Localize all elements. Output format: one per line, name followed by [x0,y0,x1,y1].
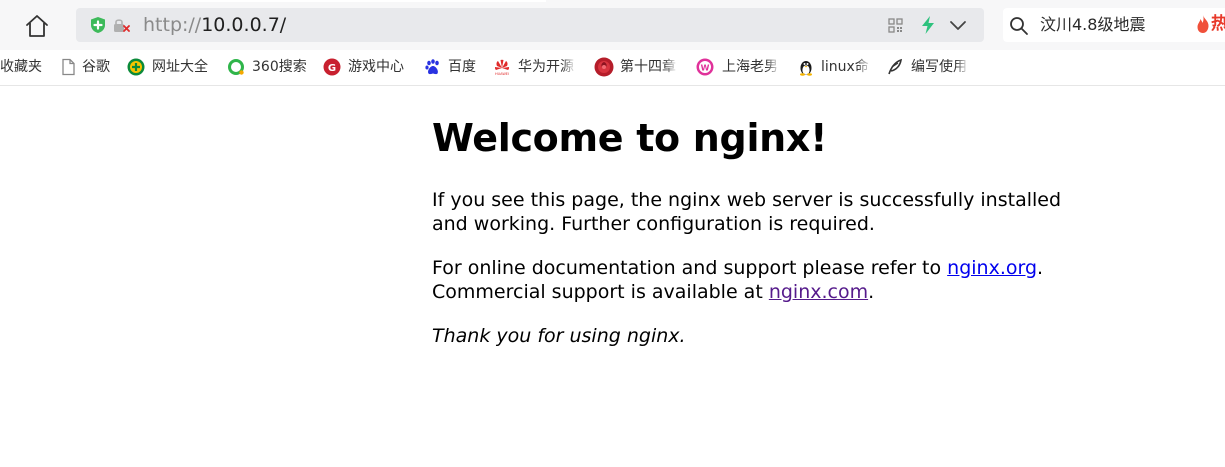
bookmark-hao360[interactable]: 网址大全 [127,50,217,85]
page-icon [59,58,77,76]
game-center-icon: G [323,58,341,76]
bookmark-label: 游戏中心 [348,59,404,75]
home-icon [26,15,48,37]
bookmark-label: 谷歌 [82,59,110,75]
bookmark-shanghai[interactable]: W 上海老男 [696,50,782,85]
bookmark-label: linux命 [821,58,871,76]
insecure-lock-icon[interactable] [113,17,131,34]
bookmark-label: 上海老男 [722,58,780,76]
bookmark-google[interactable]: 谷歌 [59,50,119,85]
bookmark-label: 百度 [448,59,476,75]
thanks-paragraph: Thank you for using nginx. [432,325,686,347]
page-content: Welcome to nginx! If you see this page, … [432,108,1072,348]
bookmark-chapter-14[interactable]: 第十四章 [594,50,681,85]
commercial-period: . [868,281,875,303]
chevron-down-icon [950,21,966,30]
baidu-paw-icon [424,58,442,76]
tux-icon [797,58,815,76]
hao360-icon [127,58,145,76]
rose-icon [594,57,614,77]
commercial-text: Commercial support is available at [432,281,769,303]
so360-icon [227,58,245,76]
search-icon[interactable] [1009,16,1029,36]
bookmark-game-center[interactable]: G 游戏中心 [323,50,413,85]
tab-strip-edge [120,0,546,2]
intro-paragraph: If you see this page, the nginx web serv… [432,189,1062,235]
nginx-com-link[interactable]: nginx.com [769,281,868,303]
quill-icon [886,58,904,76]
home-button[interactable] [22,12,52,40]
url-field[interactable]: http://10.0.0.7/ [143,14,286,36]
bookmark-favorites[interactable]: 收藏夹 [0,50,48,85]
bookmarks-bar: 收藏夹 谷歌 网址大全 360搜索 G 游戏中心 百度 HUAWEI 华为开源 … [0,50,1225,86]
bookmark-linux[interactable]: linux命 [797,50,871,85]
search-input[interactable]: 汶川4.8级地震 [1040,16,1145,34]
bookmark-label: 华为开源 [518,58,576,76]
nginx-org-link[interactable]: nginx.org [947,257,1037,279]
docs-paragraph: For online documentation and support ple… [432,256,1072,304]
huawei-icon: HUAWEI [493,58,511,76]
bookmark-so360[interactable]: 360搜索 [227,50,313,85]
browser-toolbar: http://10.0.0.7/ 汶川4.8级地震 热 [0,0,1225,50]
bookmark-writing[interactable]: 编写使用 [886,50,972,85]
address-dropdown-button[interactable] [948,18,968,32]
security-shield-icon[interactable] [89,16,107,34]
bookmark-label: 360搜索 [252,59,307,75]
lightning-icon[interactable] [920,15,936,35]
url-host: 10.0.0.7/ [201,14,287,36]
bookmark-label: 编写使用 [911,58,969,76]
qr-code-icon[interactable] [888,18,903,33]
flame-icon[interactable] [1196,14,1210,34]
page-heading: Welcome to nginx! [432,116,828,160]
hot-label[interactable]: 热 [1211,14,1225,34]
svg-text:HUAWEI: HUAWEI [495,72,509,76]
wamp-icon: W [696,58,714,76]
bookmark-huawei[interactable]: HUAWEI 华为开源 [493,50,579,85]
svg-text:G: G [328,63,336,74]
bookmark-label: 网址大全 [152,59,208,75]
bookmark-label: 第十四章 [620,58,678,76]
url-scheme: http:// [143,14,202,36]
bookmark-label: 收藏夹 [0,59,42,75]
svg-text:W: W [701,64,710,73]
search-box[interactable]: 汶川4.8级地震 [1003,8,1225,42]
docs-text: For online documentation and support ple… [432,257,948,279]
address-bar[interactable]: http://10.0.0.7/ [76,8,984,42]
docs-period: . [1037,257,1044,279]
bookmark-baidu[interactable]: 百度 [424,50,484,85]
